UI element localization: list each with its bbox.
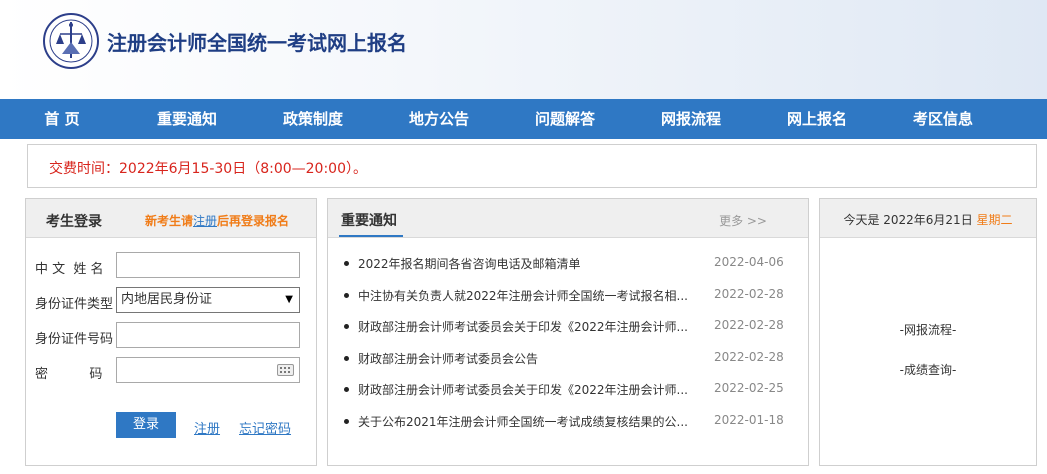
- score-query-link[interactable]: -成绩查询-: [820, 361, 1036, 378]
- bullet-icon: [344, 292, 349, 298]
- name-label: 中 文 姓 名: [35, 262, 104, 277]
- login-button[interactable]: 登录: [116, 412, 176, 438]
- nav-online-registration[interactable]: 网上报名: [754, 99, 880, 139]
- register-hint-link[interactable]: 注册: [193, 214, 217, 228]
- list-item[interactable]: 财政部注册会计师考试委员会关于印发《2022年注册会计师... 2022-02-…: [328, 381, 808, 413]
- id-type-value: 内地居民身份证: [121, 292, 213, 307]
- payment-notice-text: 交费时间：2022年6月15-30日（8:00—20:00）。: [49, 161, 368, 177]
- login-panel-header: 考生登录 新考生请注册后再登录报名: [26, 199, 316, 238]
- nav-local-announcements[interactable]: 地方公告: [376, 99, 502, 139]
- keyboard-icon[interactable]: [277, 364, 294, 376]
- id-type-select[interactable]: 内地居民身份证 ▼: [116, 287, 300, 313]
- bullet-icon: [344, 261, 349, 266]
- password-label: 密 码: [35, 367, 103, 382]
- notices-panel: 重要通知 更多 >> 2022年报名期间各省咨询电话及邮箱清单 2022-04-…: [327, 198, 809, 466]
- login-title: 考生登录: [46, 214, 102, 230]
- forgot-password-link[interactable]: 忘记密码: [239, 418, 291, 437]
- date-panel-header: 今天是 2022年6月21日 星期二: [820, 199, 1036, 238]
- notice-date: 2022-02-28: [714, 349, 784, 364]
- list-item[interactable]: 财政部注册会计师考试委员会公告 2022-02-28: [328, 350, 808, 382]
- notice-date: 2022-02-28: [714, 318, 784, 332]
- site-title: 注册会计师全国统一考试网上报名: [107, 31, 407, 55]
- name-input[interactable]: [116, 252, 300, 278]
- registration-process-link[interactable]: -网报流程-: [820, 321, 1036, 338]
- more-link[interactable]: 更多 >>: [719, 212, 767, 229]
- bullet-icon: [344, 355, 349, 361]
- header: 注册会计师全国统一考试网上报名: [0, 0, 1047, 99]
- main-nav: 首 页 重要通知 政策制度 地方公告 问题解答 网报流程 网上报名 考区信息: [0, 99, 1047, 139]
- notice-title[interactable]: 中注协有关负责人就2022年注册会计师全国统一考试报名相...: [358, 287, 688, 304]
- id-number-label: 身份证件号码: [35, 332, 114, 347]
- register-hint-prefix: 新考生请: [145, 214, 194, 228]
- nav-exam-area-info[interactable]: 考区信息: [880, 99, 1006, 139]
- dropdown-arrow-icon: ▼: [285, 294, 293, 305]
- nav-policies[interactable]: 政策制度: [250, 99, 376, 139]
- bullet-icon: [344, 387, 349, 392]
- cicpa-emblem-icon: [43, 13, 99, 69]
- list-item[interactable]: 2022年报名期间各省咨询电话及邮箱清单 2022-04-06: [328, 255, 808, 287]
- password-input[interactable]: [116, 357, 300, 383]
- nav-important-notices[interactable]: 重要通知: [124, 99, 250, 139]
- bullet-icon: [344, 418, 349, 424]
- nav-registration-process[interactable]: 网报流程: [628, 99, 754, 139]
- notice-date: 2022-02-28: [714, 286, 784, 301]
- payment-notice: 交费时间：2022年6月15-30日（8:00—20:00）。: [27, 144, 1037, 188]
- today-text: 今天是 2022年6月21日: [843, 213, 973, 227]
- register-link[interactable]: 注册: [194, 418, 220, 437]
- notice-date: 2022-02-25: [714, 381, 784, 395]
- login-panel: 考生登录 新考生请注册后再登录报名 中 文 姓 名 身份证件类型 内地居民身份证…: [25, 198, 317, 466]
- date-panel: 今天是 2022年6月21日 星期二 -网报流程- -成绩查询-: [819, 198, 1037, 466]
- id-number-input[interactable]: [116, 322, 300, 348]
- notice-date: 2022-04-06: [714, 255, 784, 269]
- list-item[interactable]: 关于公布2021年注册会计师全国统一考试成绩复核结果的公... 2022-01-…: [328, 413, 808, 445]
- notice-title[interactable]: 财政部注册会计师考试委员会公告: [358, 350, 688, 367]
- notices-title: 重要通知: [341, 213, 397, 229]
- notice-title[interactable]: 财政部注册会计师考试委员会关于印发《2022年注册会计师...: [358, 381, 688, 398]
- bullet-icon: [344, 324, 349, 329]
- list-item[interactable]: 财政部注册会计师考试委员会关于印发《2022年注册会计师... 2022-02-…: [328, 318, 808, 350]
- notices-list: 2022年报名期间各省咨询电话及邮箱清单 2022-04-06 中注协有关负责人…: [328, 255, 808, 444]
- register-hint-suffix: 后再登录报名: [217, 214, 290, 228]
- today-date: 今天是 2022年6月21日 星期二: [820, 211, 1036, 228]
- notice-title[interactable]: 关于公布2021年注册会计师全国统一考试成绩复核结果的公...: [358, 413, 688, 430]
- register-hint: 新考生请注册后再登录报名: [145, 212, 289, 229]
- nav-faq[interactable]: 问题解答: [502, 99, 628, 139]
- weekday: 星期二: [976, 213, 1013, 227]
- notices-panel-header: 重要通知 更多 >>: [328, 199, 808, 238]
- notice-title[interactable]: 2022年报名期间各省咨询电话及邮箱清单: [358, 255, 688, 272]
- nav-home[interactable]: 首 页: [0, 99, 124, 139]
- list-item[interactable]: 中注协有关负责人就2022年注册会计师全国统一考试报名相... 2022-02-…: [328, 287, 808, 319]
- title-underline: [339, 235, 403, 237]
- id-type-label: 身份证件类型: [35, 297, 114, 312]
- notice-date: 2022-01-18: [714, 412, 784, 427]
- notice-title[interactable]: 财政部注册会计师考试委员会关于印发《2022年注册会计师...: [358, 318, 688, 335]
